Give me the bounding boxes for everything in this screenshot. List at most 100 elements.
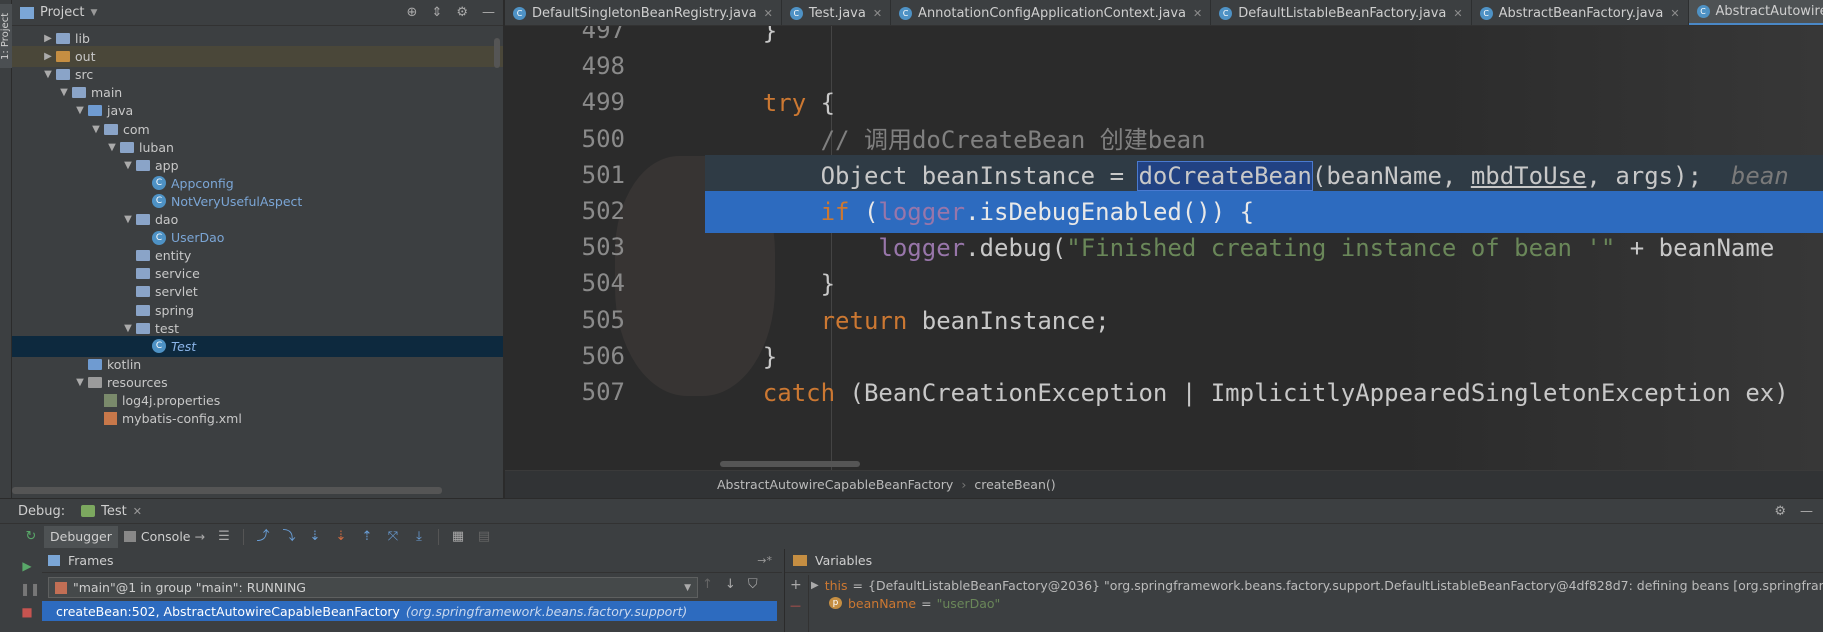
close-icon[interactable]: ✕ xyxy=(1670,7,1679,20)
class-icon: C xyxy=(152,194,166,209)
project-title[interactable]: Project xyxy=(40,5,84,20)
editor-horizontal-scrollbar[interactable] xyxy=(720,461,860,467)
tab-console[interactable]: Console → xyxy=(118,526,211,548)
expand-arrow-down-icon[interactable]: ▼ xyxy=(120,160,136,171)
trace-icon[interactable]: ▤ xyxy=(476,529,492,544)
editor-tab[interactable]: C AnnotationConfigApplicationContext.java… xyxy=(891,0,1212,25)
resume-icon[interactable]: ▶ xyxy=(20,559,34,573)
variables-title: Variables xyxy=(815,553,873,568)
tree-item[interactable]: mybatis-config.xml xyxy=(12,408,503,429)
console-arrow-icon: → xyxy=(194,529,205,544)
folder-icon xyxy=(136,304,150,316)
hide-icon[interactable]: — xyxy=(482,5,495,20)
step-over-icon[interactable]: ⤵ xyxy=(281,529,297,544)
expand-arrow-right-icon[interactable]: ▶ xyxy=(40,51,56,62)
tab-label: DefaultListableBeanFactory.java xyxy=(1238,5,1447,21)
remove-watch-icon[interactable]: — xyxy=(790,599,801,612)
tree-item-label: resources xyxy=(107,374,168,390)
variable-name: this xyxy=(824,577,848,593)
frame-row[interactable]: createBean:502, AbstractAutowireCapableB… xyxy=(42,601,777,621)
add-watch-icon[interactable]: + xyxy=(790,577,802,593)
locate-icon[interactable]: ⊕ xyxy=(407,5,418,20)
parameter-icon: p xyxy=(829,597,842,609)
expand-arrow-down-icon[interactable]: ▼ xyxy=(72,105,88,116)
drop-frame-icon[interactable]: ⤧ xyxy=(385,529,401,544)
evaluate-expression-icon[interactable]: ▦ xyxy=(450,529,466,544)
close-icon[interactable]: ✕ xyxy=(1453,7,1462,20)
tree-item-label: dao xyxy=(155,212,179,227)
rerun-icon[interactable]: ↻ xyxy=(23,529,39,544)
breadcrumb-class[interactable]: AbstractAutowireCapableBeanFactory xyxy=(717,477,953,492)
editor-tab[interactable]: C DefaultSingletonBeanRegistry.java ✕ xyxy=(505,0,782,25)
restore-layout-icon[interactable]: →* xyxy=(757,554,772,567)
editor-tab[interactable]: C Test.java ✕ xyxy=(782,0,892,25)
folder-icon xyxy=(136,159,150,171)
tab-console-label: Console xyxy=(140,529,191,544)
project-scrollbar[interactable] xyxy=(494,28,502,498)
tree-item-label: test xyxy=(155,320,180,336)
editor-right-gutter xyxy=(1815,52,1823,470)
expand-arrow-down-icon[interactable]: ▼ xyxy=(120,214,136,225)
show-execution-point-icon[interactable]: ⤴ xyxy=(255,529,271,544)
expand-arrow-right-icon[interactable]: ▶ xyxy=(40,33,56,44)
expand-arrow-down-icon[interactable]: ▼ xyxy=(56,87,72,98)
project-tool-tab[interactable]: 1: Project xyxy=(0,4,12,68)
tab-label: AbstractAutowireCapableBeanFactory.java xyxy=(1715,4,1823,19)
folder-icon xyxy=(136,250,150,262)
variable-row[interactable]: ▶ this = {DefaultListableBeanFactory@2036} … xyxy=(811,575,1823,595)
force-step-into-icon[interactable]: ⇣ xyxy=(333,529,349,544)
tree-item-label: java xyxy=(107,103,134,119)
editor-tab[interactable]: C AbstractBeanFactory.java ✕ xyxy=(1472,0,1689,25)
tab-debugger[interactable]: Debugger xyxy=(44,525,118,548)
tree-item-label: service xyxy=(155,266,200,282)
expand-arrow-down-icon[interactable]: ▼ xyxy=(88,124,104,135)
folder-icon xyxy=(136,214,150,225)
pause-icon[interactable]: ❚❚ xyxy=(20,582,40,596)
code-line[interactable]: catch (BeanCreationException | Implicitl… xyxy=(705,372,1823,414)
folder-icon xyxy=(72,87,86,99)
close-icon[interactable]: ✕ xyxy=(873,7,882,20)
project-horizontal-scrollbar[interactable] xyxy=(12,487,442,494)
filter-icon[interactable]: ⛉ xyxy=(748,577,758,592)
step-out-icon[interactable]: ⇡ xyxy=(359,529,375,544)
code-editor[interactable]: 497 } 498 499 try {500 // 调用doCreateBean 创… xyxy=(505,26,1823,470)
gear-icon[interactable]: ⚙ xyxy=(1774,504,1786,519)
folder-icon xyxy=(88,376,102,388)
step-into-icon[interactable]: ⇣ xyxy=(307,529,323,544)
arrow-down-icon[interactable]: ↓ xyxy=(725,577,736,592)
line-number: 505 xyxy=(581,305,625,334)
variable-value: {DefaultListableBeanFactory@2036} "org.s… xyxy=(868,577,1823,593)
folder-icon xyxy=(136,286,150,298)
chevron-down-icon[interactable]: ▼ xyxy=(684,583,691,593)
arrow-up-icon[interactable]: ↑ xyxy=(702,577,713,592)
expand-arrow-down-icon[interactable]: ▼ xyxy=(72,377,88,388)
stop-icon[interactable]: ■ xyxy=(20,605,34,619)
thread-select[interactable]: "main"@1 in group "main": RUNNING ▼ xyxy=(48,577,698,598)
expand-arrow-down-icon[interactable]: ▼ xyxy=(40,69,56,80)
editor-tab[interactable]: C DefaultListableBeanFactory.java ✕ xyxy=(1211,0,1472,25)
run-config-icon xyxy=(81,505,96,517)
collapse-all-icon[interactable]: ⇕ xyxy=(431,5,442,20)
class-icon: C xyxy=(513,6,526,20)
breadcrumb-method[interactable]: createBean() xyxy=(974,477,1055,492)
hide-icon[interactable]: — xyxy=(1800,504,1813,519)
expand-arrow-down-icon[interactable]: ▼ xyxy=(104,142,120,153)
close-icon[interactable]: ✕ xyxy=(133,505,142,518)
gear-icon[interactable]: ⚙ xyxy=(456,5,468,20)
variable-row[interactable]: p beanName = "userDao" xyxy=(811,593,1823,613)
menu-icon[interactable]: ☰ xyxy=(216,529,232,544)
expand-arrow-down-icon[interactable]: ▼ xyxy=(120,323,136,334)
expand-arrow-right-icon[interactable]: ▶ xyxy=(811,580,819,591)
close-icon[interactable]: ✕ xyxy=(764,7,773,20)
chevron-down-icon[interactable]: ▼ xyxy=(90,8,97,18)
debug-label: Debug: xyxy=(18,503,66,519)
folder-icon xyxy=(88,358,102,370)
xml-file-icon xyxy=(104,412,117,426)
run-to-cursor-icon[interactable]: ⤓ xyxy=(411,529,427,544)
run-config-tab[interactable]: Test ✕ xyxy=(81,504,142,519)
line-number: 498 xyxy=(581,52,625,81)
tree-item-label: entity xyxy=(155,248,192,264)
close-icon[interactable]: ✕ xyxy=(1193,7,1202,20)
variables-icon xyxy=(793,555,807,566)
editor-tab[interactable]: C AbstractAutowireCapableBeanFactory.java… xyxy=(1688,0,1823,25)
